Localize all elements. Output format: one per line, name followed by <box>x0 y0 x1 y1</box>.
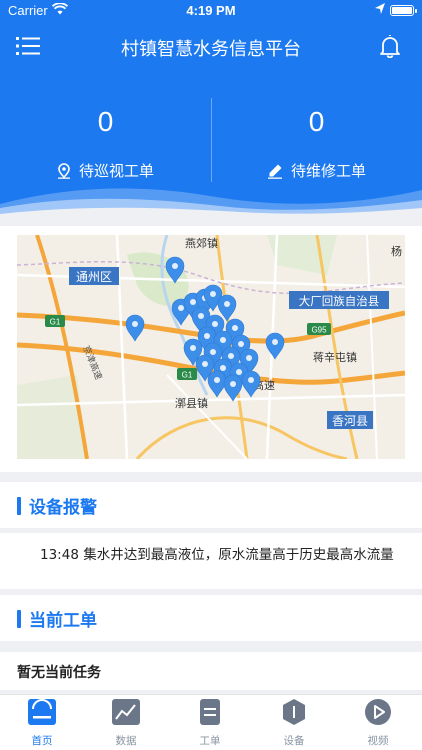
map-marker-dot <box>220 337 226 343</box>
map-label-yang: 杨 <box>391 244 402 258</box>
header: 村镇智慧水务信息平台 0 待巡视工单 0 待维修工单 <box>0 22 422 218</box>
device-icon <box>283 699 305 725</box>
work-order-icon <box>200 699 220 725</box>
map-marker-dot <box>190 299 196 305</box>
stat-pending-inspection[interactable]: 0 待巡视工单 <box>0 102 211 181</box>
tab-device-label: 设备 <box>283 735 305 747</box>
alarm-item[interactable]: 13:48 集水井达到最高液位，原水流量高于历史最高水流量 <box>0 533 422 589</box>
pending-inspection-count: 0 <box>97 106 114 137</box>
menu-list-icon[interactable] <box>16 35 40 57</box>
task-empty-text: 暂无当前任务 <box>17 665 101 681</box>
map-marker-dot <box>202 361 208 367</box>
location-pin-icon <box>57 162 70 179</box>
status-bar: Carrier 4:19 PM <box>0 0 422 22</box>
map-label-yanjiao: 燕郊镇 <box>185 236 218 250</box>
svg-text:G95: G95 <box>311 326 327 335</box>
section-accent-bar <box>17 610 21 628</box>
svg-text:G1: G1 <box>50 318 61 327</box>
map-marker-dot <box>190 345 196 351</box>
map-marker-dot <box>172 263 178 269</box>
alarm-section-header: 设备报警 <box>0 482 422 528</box>
map-label-tongzhou: 通州区 <box>69 267 119 285</box>
svg-text:大厂回族自治县: 大厂回族自治县 <box>299 294 380 308</box>
map-marker-dot <box>204 333 210 339</box>
task-section-header: 当前工单 <box>0 595 422 641</box>
header-wave-decoration <box>0 188 422 218</box>
map-card: G1 G1 G95 通州区 燕郊镇 大厂回族自治县 蒋辛屯镇 香河县 漷县镇 杨… <box>0 226 422 472</box>
tab-data[interactable]: 数据 <box>84 699 168 748</box>
tab-work-order[interactable]: 工单 <box>168 699 252 748</box>
page-title: 村镇智慧水务信息平台 <box>121 39 301 60</box>
svg-text:G1: G1 <box>182 371 193 380</box>
map-label-lixian: 漷县镇 <box>175 396 208 410</box>
map-marker-dot <box>272 339 278 345</box>
clock-time: 4:19 PM <box>186 3 236 18</box>
notification-bell-icon[interactable] <box>378 34 402 58</box>
pen-edit-icon <box>267 164 282 179</box>
bottom-tab-bar: 首页 数据 工单 设备 视频 <box>0 694 422 750</box>
pending-repair-count: 0 <box>308 106 325 137</box>
location-arrow-icon <box>375 3 385 14</box>
map-marker-dot <box>232 325 238 331</box>
map-marker-dot <box>220 365 226 371</box>
alarm-section-title: 设备报警 <box>29 498 97 518</box>
tab-video[interactable]: 视频 <box>336 699 420 748</box>
map-marker-dot <box>132 321 138 327</box>
battery-icon <box>390 5 417 16</box>
g1-road-shield: G1 <box>45 315 65 327</box>
svg-text:通州区: 通州区 <box>76 270 112 284</box>
map-label-dachang: 大厂回族自治县 <box>289 291 389 309</box>
map-marker-dot <box>248 377 254 383</box>
task-section-title: 当前工单 <box>29 611 97 631</box>
map-marker-dot <box>228 353 234 359</box>
map-marker-dot <box>236 369 242 375</box>
g1-road-shield: G1 <box>177 368 197 380</box>
map-marker-dot <box>230 381 236 387</box>
map-marker-dot <box>210 349 216 355</box>
task-empty-state: 暂无当前任务 <box>0 652 422 690</box>
tab-device[interactable]: 设备 <box>252 699 336 748</box>
map-marker-dot <box>238 341 244 347</box>
section-accent-bar <box>17 497 21 515</box>
chart-icon <box>112 699 140 725</box>
video-play-icon <box>365 699 391 725</box>
home-icon <box>28 699 56 725</box>
map-marker-dot <box>198 313 204 319</box>
map-view[interactable]: G1 G1 G95 通州区 燕郊镇 大厂回族自治县 蒋辛屯镇 香河县 漷县镇 杨… <box>17 235 405 459</box>
tab-home[interactable]: 首页 <box>0 699 84 748</box>
map-marker-dot <box>210 291 216 297</box>
map-marker-dot <box>212 321 218 327</box>
map-marker-dot <box>214 377 220 383</box>
tab-data-label: 数据 <box>115 735 137 747</box>
tab-video-label: 视频 <box>367 735 389 747</box>
alarm-message: 13:48 集水井达到最高液位，原水流量高于历史最高水流量 <box>40 547 394 563</box>
map-marker-dot <box>178 305 184 311</box>
map-label-xianghe: 香河县 <box>327 411 373 429</box>
svg-text:香河县: 香河县 <box>332 414 368 428</box>
map-marker-dot <box>224 301 230 307</box>
map-marker-dot <box>246 355 252 361</box>
tab-home-label: 首页 <box>31 735 53 747</box>
stat-pending-repair[interactable]: 0 待维修工单 <box>211 102 422 181</box>
tab-work-order-label: 工单 <box>199 735 221 747</box>
g95-road-shield: G95 <box>307 323 331 335</box>
map-label-jiangxintun: 蒋辛屯镇 <box>313 350 357 364</box>
